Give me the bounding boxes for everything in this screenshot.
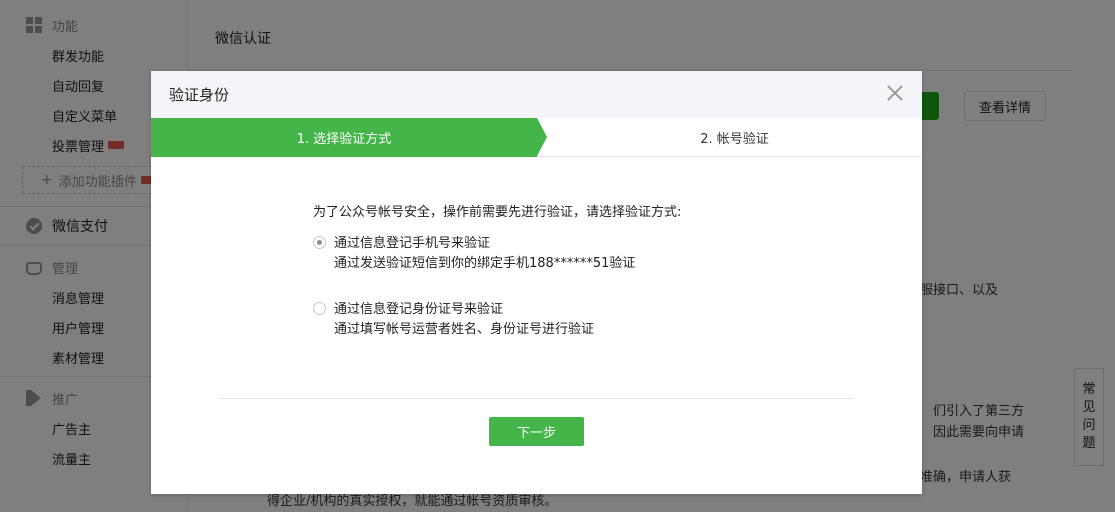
intro-text: 为了公众号帐号安全，操作前需要先进行验证，请选择验证方式:	[313, 205, 682, 220]
option-phone-verify[interactable]: 通过信息登记手机号来验证 通过发送验证短信到你的绑定手机188******51验…	[313, 234, 763, 274]
option-title: 通过信息登记手机号来验证	[334, 236, 491, 251]
dialog-header: 验证身份	[151, 71, 922, 118]
next-step-button[interactable]: 下一步	[489, 417, 584, 446]
option-desc: 通过填写帐号运营者姓名、身份证号进行验证	[334, 322, 595, 337]
divider	[219, 398, 854, 399]
option-title: 通过信息登记身份证号来验证	[334, 302, 504, 317]
close-icon[interactable]	[886, 84, 904, 102]
dialog-body: 为了公众号帐号安全，操作前需要先进行验证，请选择验证方式: 通过信息登记手机号来…	[313, 201, 763, 366]
radio-id[interactable]	[313, 302, 326, 315]
step-bar: 1. 选择验证方式 2. 帐号验证	[151, 118, 922, 157]
option-desc: 通过发送验证短信到你的绑定手机188******51验证	[334, 256, 636, 271]
option-text: 通过信息登记身份证号来验证 通过填写帐号运营者姓名、身份证号进行验证	[334, 300, 594, 340]
step-account-verify: 2. 帐号验证	[700, 132, 769, 147]
verify-identity-dialog: 验证身份 1. 选择验证方式 2. 帐号验证 为了公众号帐号安全，操作前需要先进…	[151, 71, 922, 494]
step-select-method: 1. 选择验证方式	[151, 118, 547, 157]
option-id-verify[interactable]: 通过信息登记身份证号来验证 通过填写帐号运营者姓名、身份证号进行验证	[313, 300, 763, 340]
dialog-title: 验证身份	[169, 86, 230, 104]
option-text: 通过信息登记手机号来验证 通过发送验证短信到你的绑定手机188******51验…	[334, 234, 635, 274]
radio-phone[interactable]	[313, 236, 326, 249]
